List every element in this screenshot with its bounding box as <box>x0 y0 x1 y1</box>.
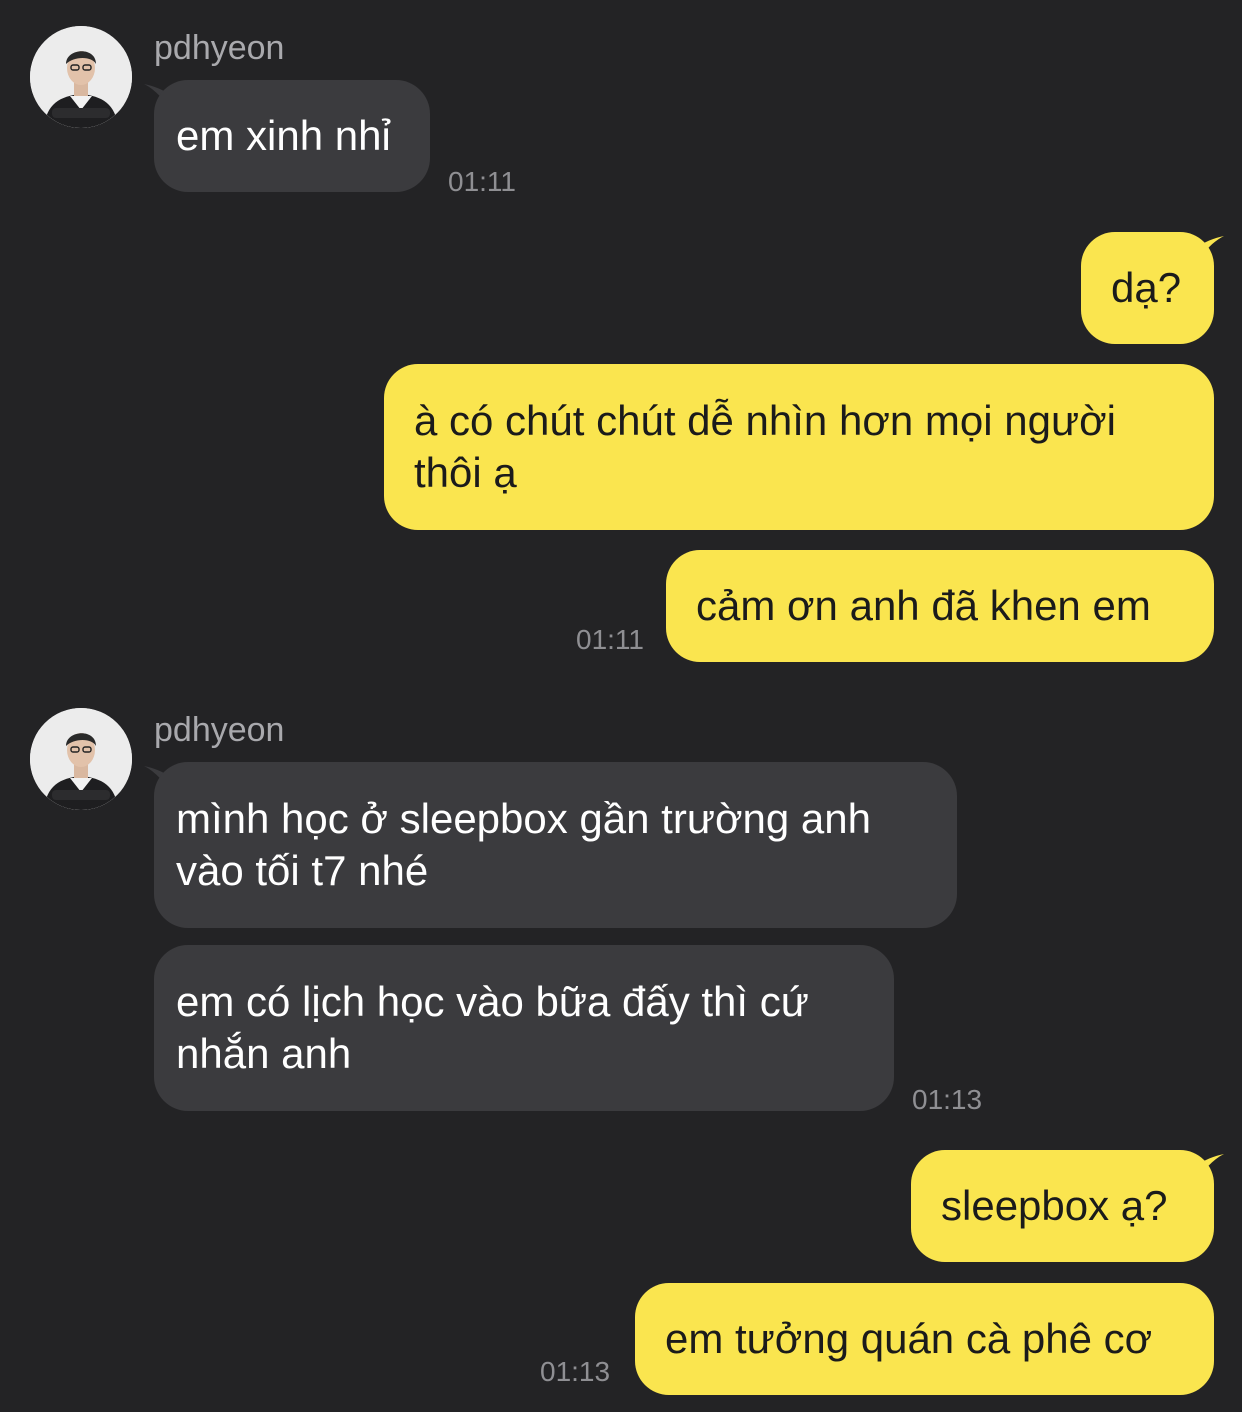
message-bubble-outgoing[interactable]: à có chút chút dễ nhìn hơn mọi người thô… <box>384 364 1214 530</box>
message-timestamp: 01:11 <box>576 624 644 655</box>
message-text: em xinh nhỉ <box>176 112 391 159</box>
message-timestamp: 01:11 <box>448 166 516 197</box>
message-bubble-outgoing[interactable]: sleepbox ạ? <box>911 1150 1214 1262</box>
message-bubble-incoming[interactable]: em xinh nhỉ <box>154 80 430 192</box>
message-text: dạ? <box>1111 264 1182 311</box>
message-text-line: vào tối t7 nhé <box>176 847 429 894</box>
message-bubble-outgoing[interactable]: cảm ơn anh đã khen em <box>666 550 1214 662</box>
message-text-line: thôi ạ <box>414 449 517 496</box>
person-avatar-icon <box>30 26 132 128</box>
avatar[interactable] <box>30 26 132 128</box>
message-text-line: mình học ở sleepbox gần trường anh <box>176 795 871 842</box>
message-bubble-outgoing[interactable]: dạ? <box>1081 232 1214 344</box>
avatar[interactable] <box>30 708 132 810</box>
sender-name: pdhyeon <box>154 711 285 749</box>
message-bubble-incoming[interactable]: mình học ở sleepbox gần trường anh vào t… <box>154 762 957 928</box>
message-text: sleepbox ạ? <box>941 1182 1168 1229</box>
message-text: cảm ơn anh đã khen em <box>696 582 1151 629</box>
message-text-line: à có chút chút dễ nhìn hơn mọi người <box>414 397 1116 444</box>
person-avatar-icon <box>30 708 132 810</box>
sender-name: pdhyeon <box>154 29 285 67</box>
message-text-line: em có lịch học vào bữa đấy thì cứ <box>176 978 809 1025</box>
message-timestamp: 01:13 <box>540 1356 611 1387</box>
message-text: em tưởng quán cà phê cơ <box>665 1315 1153 1362</box>
message-timestamp: 01:13 <box>912 1084 983 1115</box>
message-bubble-incoming[interactable]: em có lịch học vào bữa đấy thì cứ nhắn a… <box>154 945 894 1111</box>
message-bubble-outgoing[interactable]: em tưởng quán cà phê cơ <box>635 1283 1214 1395</box>
message-text-line: nhắn anh <box>176 1030 352 1077</box>
